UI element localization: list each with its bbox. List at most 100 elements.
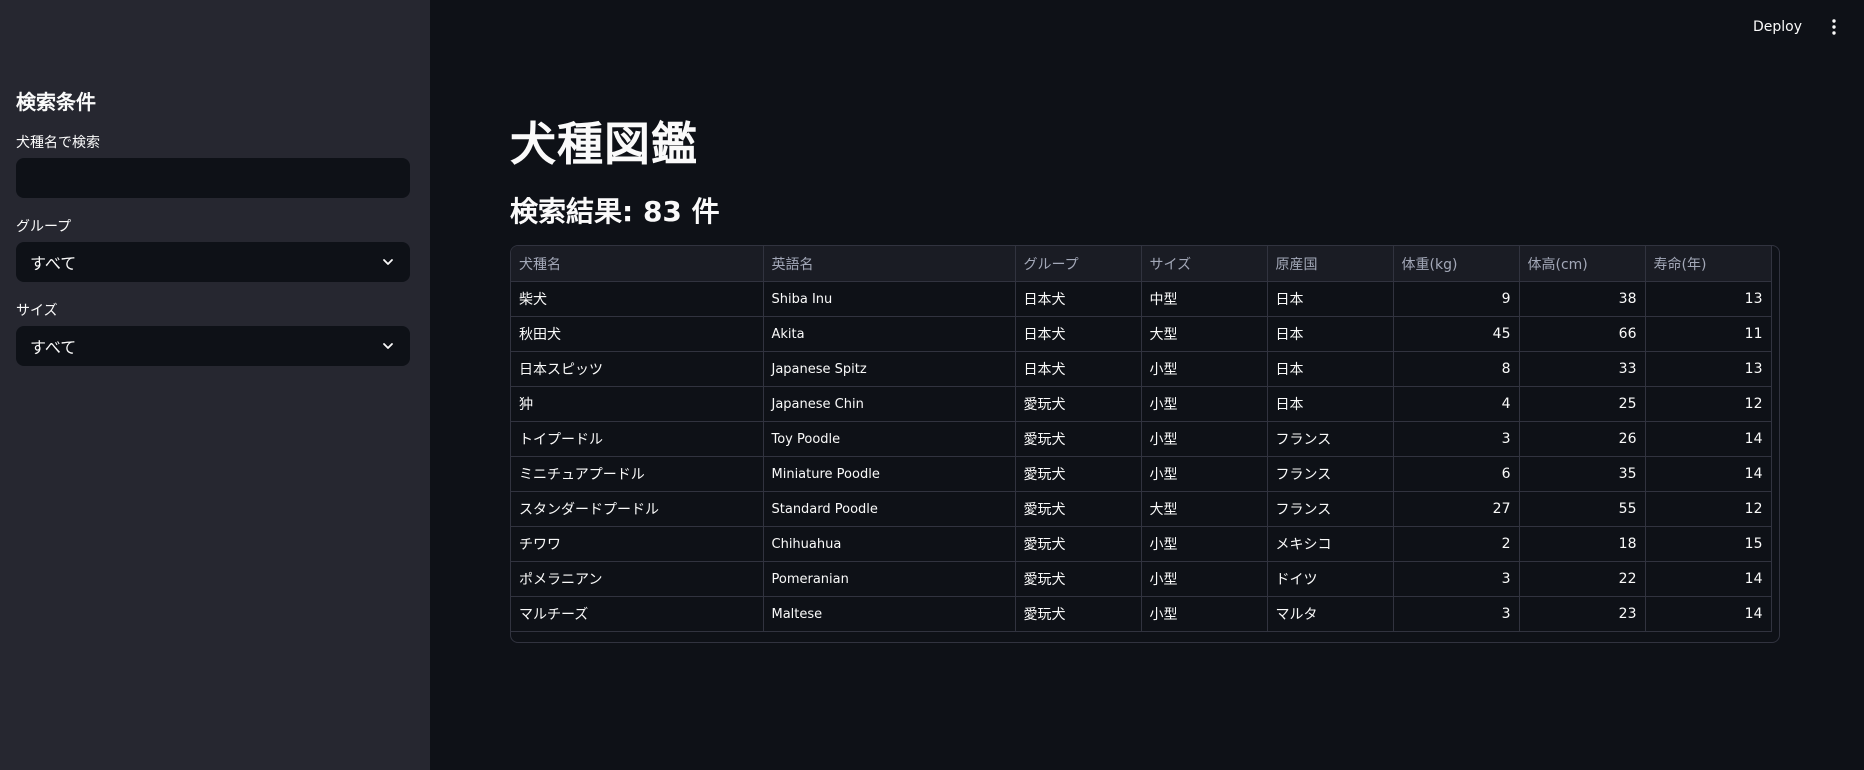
table-body: 柴犬 Shiba Inu 日本犬 中型 日本 9 38 13 秋田犬 Akita 日本犬 大型 日本 45… bbox=[511, 281, 1772, 632]
table-cell: 23 bbox=[1519, 596, 1646, 632]
table-cell: 14 bbox=[1645, 421, 1772, 457]
table-cell: 27 bbox=[1393, 491, 1520, 527]
table-cell: 小型 bbox=[1141, 456, 1268, 492]
table-row[interactable]: ミニチュアプードル Miniature Poodle 愛玩犬 小型 フランス 6 35 14 bbox=[511, 456, 1772, 492]
table-cell: Akita bbox=[763, 316, 1016, 352]
table-cell: 6 bbox=[1393, 456, 1520, 492]
table-cell: 12 bbox=[1645, 386, 1772, 422]
table-row[interactable]: 狆 Japanese Chin 愛玩犬 小型 日本 4 25 12 bbox=[511, 386, 1772, 422]
table-cell: 日本 bbox=[1267, 316, 1394, 352]
table-cell: Japanese Spitz bbox=[763, 351, 1016, 387]
result-count-heading: 検索結果: 83 件 bbox=[510, 195, 720, 228]
table-cell: 秋田犬 bbox=[511, 316, 764, 352]
table-cell: ミニチュアプードル bbox=[511, 456, 764, 492]
table-cell: 4 bbox=[1393, 386, 1520, 422]
table-cell: 14 bbox=[1645, 456, 1772, 492]
table-row[interactable]: 柴犬 Shiba Inu 日本犬 中型 日本 9 38 13 bbox=[511, 281, 1772, 317]
table-cell: 55 bbox=[1519, 491, 1646, 527]
group-filter-value: すべて bbox=[30, 254, 77, 273]
table-cell: 8 bbox=[1393, 351, 1520, 387]
table-cell: 12 bbox=[1645, 491, 1772, 527]
table-cell: 小型 bbox=[1141, 596, 1268, 632]
table-cell: 45 bbox=[1393, 316, 1520, 352]
table-cell: フランス bbox=[1267, 456, 1394, 492]
table-cell: 小型 bbox=[1141, 561, 1268, 597]
table-cell: Japanese Chin bbox=[763, 386, 1016, 422]
table-cell: Chihuahua bbox=[763, 526, 1016, 562]
group-filter-select[interactable]: すべて bbox=[16, 242, 410, 282]
size-filter-value: すべて bbox=[30, 338, 77, 357]
table-cell: 2 bbox=[1393, 526, 1520, 562]
data-table: 犬種名 英語名 グループ サイズ 原産国 体重(kg) 体高(cm) 寿命(年) 柴犬 Shib… bbox=[511, 246, 1772, 632]
table-cell: Shiba Inu bbox=[763, 281, 1016, 317]
table-cell: 3 bbox=[1393, 561, 1520, 597]
table-row[interactable]: スタンダードプードル Standard Poodle 愛玩犬 大型 フランス 27 55 12 bbox=[511, 491, 1772, 527]
table-cell: 愛玩犬 bbox=[1015, 596, 1142, 632]
table-row[interactable]: ポメラニアン Pomeranian 愛玩犬 小型 ドイツ 3 22 14 bbox=[511, 561, 1772, 597]
table-row[interactable]: トイプードル Toy Poodle 愛玩犬 小型 フランス 3 26 14 bbox=[511, 421, 1772, 457]
table-cell: 9 bbox=[1393, 281, 1520, 317]
table-cell: Pomeranian bbox=[763, 561, 1016, 597]
table-cell: 愛玩犬 bbox=[1015, 561, 1142, 597]
table-cell: 日本スピッツ bbox=[511, 351, 764, 387]
table-cell: フランス bbox=[1267, 421, 1394, 457]
table-cell: 愛玩犬 bbox=[1015, 526, 1142, 562]
table-cell: 狆 bbox=[511, 386, 764, 422]
table-cell: 15 bbox=[1645, 526, 1772, 562]
column-header[interactable]: 英語名 bbox=[763, 246, 1016, 282]
column-header[interactable]: 体高(cm) bbox=[1519, 246, 1646, 282]
table-cell: ポメラニアン bbox=[511, 561, 764, 597]
table-row[interactable]: マルチーズ Maltese 愛玩犬 小型 マルタ 3 23 14 bbox=[511, 596, 1772, 632]
table-cell: 愛玩犬 bbox=[1015, 386, 1142, 422]
table-row[interactable]: 日本スピッツ Japanese Spitz 日本犬 小型 日本 8 33 13 bbox=[511, 351, 1772, 387]
column-header[interactable]: 寿命(年) bbox=[1645, 246, 1772, 282]
table-cell: 小型 bbox=[1141, 421, 1268, 457]
table-cell: 愛玩犬 bbox=[1015, 456, 1142, 492]
table-cell: 25 bbox=[1519, 386, 1646, 422]
table-cell: Maltese bbox=[763, 596, 1016, 632]
table-cell: 35 bbox=[1519, 456, 1646, 492]
table-cell: 大型 bbox=[1141, 491, 1268, 527]
table-row[interactable]: 秋田犬 Akita 日本犬 大型 日本 45 66 11 bbox=[511, 316, 1772, 352]
sidebar: 検索条件 犬種名で検索 グループ すべて サイズ すべて bbox=[0, 0, 430, 770]
column-header[interactable]: サイズ bbox=[1141, 246, 1268, 282]
table-cell: マルタ bbox=[1267, 596, 1394, 632]
table-cell: 22 bbox=[1519, 561, 1646, 597]
column-header[interactable]: 体重(kg) bbox=[1393, 246, 1520, 282]
chevron-down-icon bbox=[380, 338, 396, 354]
page-title: 犬種図鑑 bbox=[510, 117, 698, 171]
column-header[interactable]: 原産国 bbox=[1267, 246, 1394, 282]
table-cell: 日本 bbox=[1267, 351, 1394, 387]
deploy-button[interactable]: Deploy bbox=[1747, 15, 1808, 39]
name-search-input[interactable] bbox=[16, 158, 410, 198]
table-cell: 66 bbox=[1519, 316, 1646, 352]
table-cell: 13 bbox=[1645, 351, 1772, 387]
table-cell: 日本犬 bbox=[1015, 351, 1142, 387]
table-cell: フランス bbox=[1267, 491, 1394, 527]
column-header[interactable]: 犬種名 bbox=[511, 246, 764, 282]
table-cell: 中型 bbox=[1141, 281, 1268, 317]
app-root: 検索条件 犬種名で検索 グループ すべて サイズ すべて Deploy 犬種図鑑… bbox=[0, 0, 1864, 770]
column-header[interactable]: グループ bbox=[1015, 246, 1142, 282]
table-cell: Toy Poodle bbox=[763, 421, 1016, 457]
table-cell: Miniature Poodle bbox=[763, 456, 1016, 492]
table-cell: 大型 bbox=[1141, 316, 1268, 352]
table-cell: 日本 bbox=[1267, 386, 1394, 422]
table-cell: 小型 bbox=[1141, 351, 1268, 387]
table-cell: 26 bbox=[1519, 421, 1646, 457]
chevron-down-icon bbox=[380, 254, 396, 270]
table-row[interactable]: チワワ Chihuahua 愛玩犬 小型 メキシコ 2 18 15 bbox=[511, 526, 1772, 562]
results-table[interactable]: 犬種名 英語名 グループ サイズ 原産国 体重(kg) 体高(cm) 寿命(年) 柴犬 Shib… bbox=[510, 245, 1780, 643]
table-cell: 33 bbox=[1519, 351, 1646, 387]
table-cell: 14 bbox=[1645, 561, 1772, 597]
size-filter-select[interactable]: すべて bbox=[16, 326, 410, 366]
name-search-label: 犬種名で検索 bbox=[16, 135, 100, 151]
table-cell: 3 bbox=[1393, 596, 1520, 632]
table-cell: 日本犬 bbox=[1015, 316, 1142, 352]
table-cell: 38 bbox=[1519, 281, 1646, 317]
table-cell: 愛玩犬 bbox=[1015, 491, 1142, 527]
vertical-dots-icon[interactable] bbox=[1824, 14, 1844, 40]
table-cell: ドイツ bbox=[1267, 561, 1394, 597]
table-header-row: 犬種名 英語名 グループ サイズ 原産国 体重(kg) 体高(cm) 寿命(年) bbox=[511, 246, 1772, 282]
table-cell: 柴犬 bbox=[511, 281, 764, 317]
